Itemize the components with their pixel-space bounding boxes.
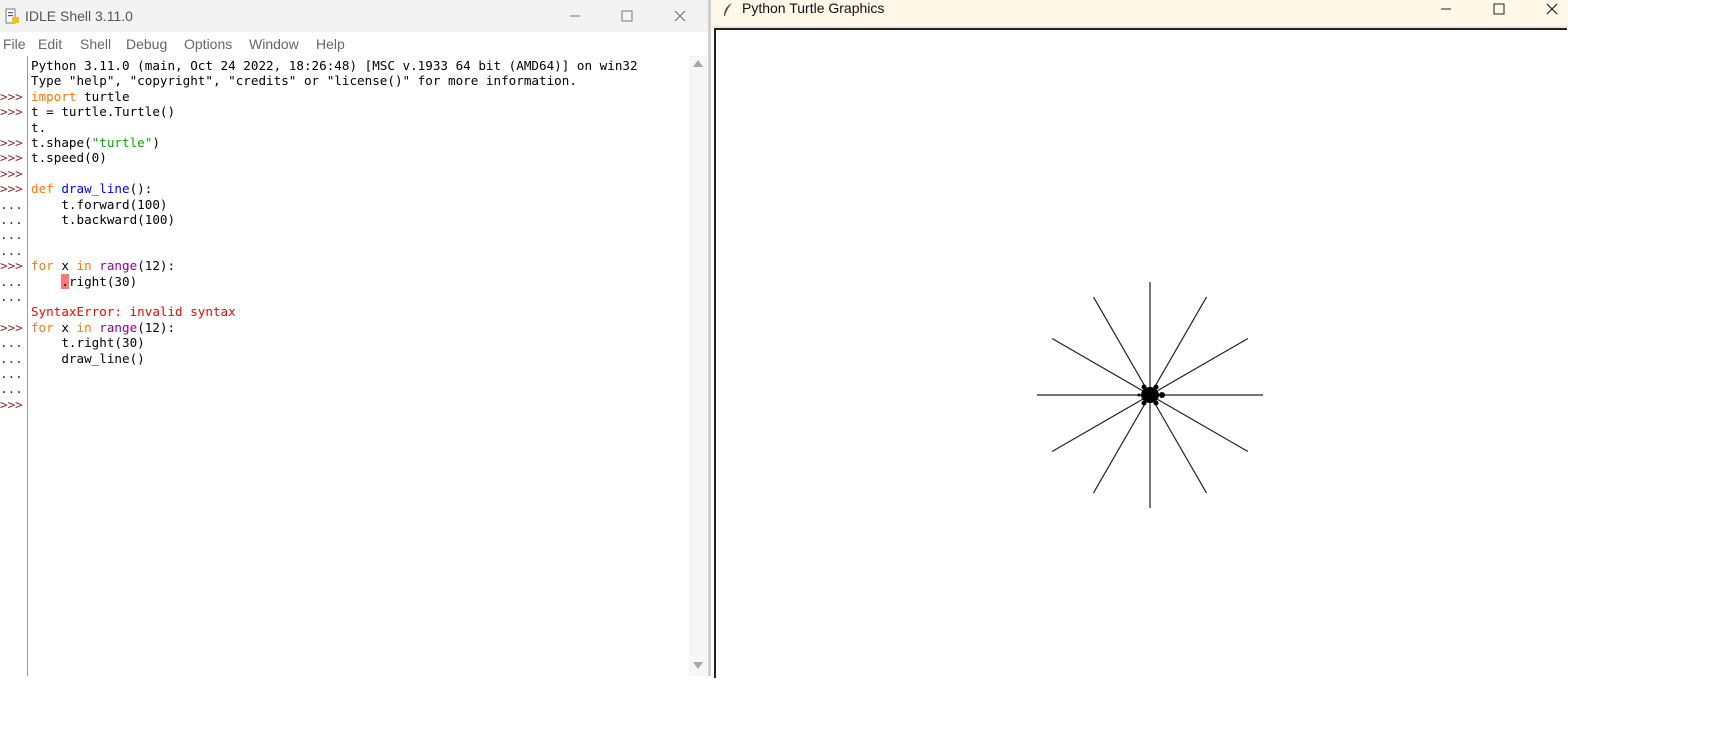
code-line: t.backward(100) xyxy=(31,212,176,227)
menu-file[interactable]: File xyxy=(3,36,26,52)
prompt-marker: >>> xyxy=(0,181,23,197)
turtle-maximize-button[interactable] xyxy=(1476,0,1522,26)
turtle-minimize-button[interactable] xyxy=(1423,0,1469,26)
continuation-marker: ... xyxy=(0,227,23,243)
maximize-icon xyxy=(1493,3,1505,15)
prompt-marker: >>> xyxy=(0,135,23,150)
continuation-marker: ... xyxy=(0,242,23,258)
turtle-canvas[interactable] xyxy=(714,28,1567,678)
drawn-line xyxy=(1149,394,1208,494)
prompt-marker: >>> xyxy=(0,258,23,274)
code-line: for x in range(12): xyxy=(31,258,176,274)
code-line: t. xyxy=(31,119,47,135)
prompt-marker: >>> xyxy=(0,396,23,412)
code-line: draw_line() xyxy=(31,350,145,366)
menu-edit[interactable]: Edit xyxy=(38,36,62,52)
continuation-marker: ... xyxy=(0,289,23,304)
banner-line: Type "help", "copyright", "credits" or "… xyxy=(31,73,577,89)
prompt-marker: >>> xyxy=(0,319,23,335)
continuation-marker: ... xyxy=(0,196,23,212)
drawn-line xyxy=(1092,394,1151,494)
continuation-marker: ... xyxy=(0,212,23,227)
minimize-button[interactable] xyxy=(552,0,598,32)
maximize-icon xyxy=(621,10,633,22)
menubar: File Edit Shell Debug Options Window Hel… xyxy=(0,32,709,56)
window-title: IDLE Shell 3.11.0 xyxy=(25,8,133,24)
prompt-marker: >>> xyxy=(0,150,23,166)
drawn-line xyxy=(1149,337,1249,396)
maximize-button[interactable] xyxy=(604,0,650,32)
close-icon xyxy=(674,10,686,22)
turtle-close-button[interactable] xyxy=(1529,0,1575,26)
error-message: SyntaxError: invalid syntax xyxy=(31,304,236,320)
code-line: for x in range(12): xyxy=(31,319,176,335)
code-line: t.forward(100) xyxy=(31,196,168,212)
code-line: import turtle xyxy=(31,88,130,104)
menu-debug[interactable]: Debug xyxy=(126,36,167,52)
code-line: t.speed(0) xyxy=(31,150,107,166)
continuation-marker: ... xyxy=(0,335,23,351)
close-button[interactable] xyxy=(657,0,703,32)
turtle-graphics-window: Python Turtle Graphics xyxy=(711,0,1568,678)
menu-help[interactable]: Help xyxy=(316,36,345,52)
drawn-line xyxy=(1051,394,1151,453)
close-icon xyxy=(1546,3,1558,15)
vertical-scrollbar[interactable] xyxy=(689,56,707,676)
menu-shell[interactable]: Shell xyxy=(80,36,111,52)
scroll-up-arrow-icon[interactable] xyxy=(693,60,703,67)
scroll-down-arrow-icon[interactable] xyxy=(693,662,703,669)
prompt-gutter: >>> >>> >>> >>> >>> >>> ... ... ... ... … xyxy=(0,56,28,676)
prompt-marker: >>> xyxy=(0,88,23,104)
minimize-icon xyxy=(1441,8,1451,10)
continuation-marker: ... xyxy=(0,381,23,397)
shell-text-area[interactable]: Python 3.11.0 (main, Oct 24 2022, 18:26:… xyxy=(28,56,688,676)
turtle-drawing xyxy=(1037,282,1263,508)
menu-options[interactable]: Options xyxy=(184,36,232,52)
code-line: def draw_line(): xyxy=(31,181,153,197)
idle-window: IDLE Shell 3.11.0 File Edit Shell Debug … xyxy=(0,0,709,676)
menu-window[interactable]: Window xyxy=(249,36,299,52)
prompt-marker: >>> xyxy=(0,104,23,120)
code-line: t.right(30) xyxy=(31,335,145,351)
minimize-icon xyxy=(570,15,580,17)
continuation-marker: ... xyxy=(0,366,23,381)
feather-icon xyxy=(724,3,732,16)
code-line: t.shape("turtle") xyxy=(31,135,160,150)
code-line: .right(30) xyxy=(61,273,138,289)
continuation-marker: ... xyxy=(0,273,23,289)
python-icon xyxy=(5,8,19,24)
code-line: t = turtle.Turtle() xyxy=(31,104,176,120)
idle-titlebar[interactable]: IDLE Shell 3.11.0 xyxy=(0,0,709,32)
prompt-marker: >>> xyxy=(0,165,23,181)
syntax-error-highlight: . xyxy=(61,273,69,289)
drawn-line xyxy=(1149,296,1208,396)
turtle-cursor-icon xyxy=(1137,384,1165,406)
drawn-line xyxy=(1149,394,1249,453)
continuation-marker: ... xyxy=(0,350,23,366)
drawn-line xyxy=(1051,337,1151,396)
banner-line: Python 3.11.0 (main, Oct 24 2022, 18:26:… xyxy=(31,58,638,73)
turtle-titlebar[interactable]: Python Turtle Graphics xyxy=(711,0,1568,28)
turtle-window-title: Python Turtle Graphics xyxy=(742,0,885,16)
drawn-line xyxy=(1092,296,1151,396)
